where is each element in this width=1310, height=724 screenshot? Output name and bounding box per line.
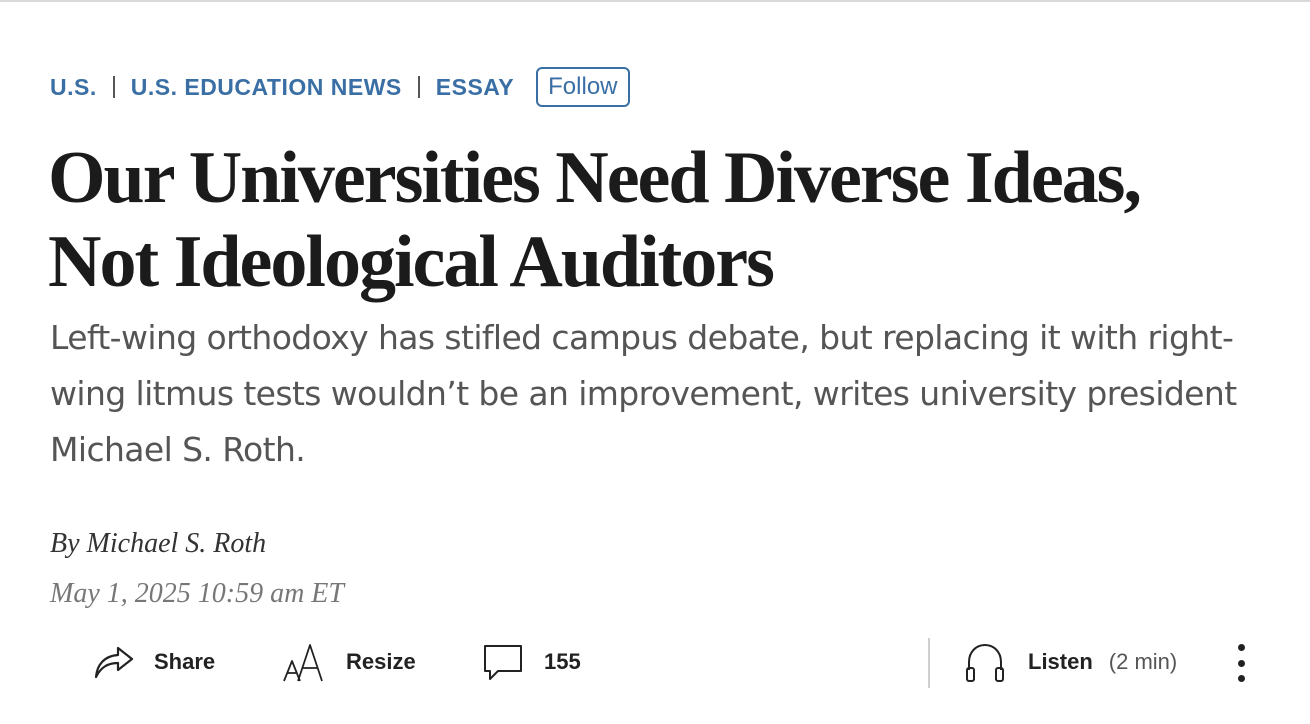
breadcrumb-item-education-news[interactable]: U.S. EDUCATION NEWS <box>131 74 402 101</box>
article-dek: Left-wing orthodoxy has stifled campus d… <box>50 318 1237 469</box>
listen-duration: (2 min) <box>1108 649 1178 674</box>
byline: By Michael S. Roth <box>50 528 266 560</box>
toolbar-divider <box>928 638 930 688</box>
vertical-ellipsis-icon <box>1237 675 1245 682</box>
vertical-ellipsis-icon <box>1237 644 1245 651</box>
breadcrumb-separator <box>417 76 420 98</box>
headline-line-2: Not Ideological Auditors <box>48 221 775 303</box>
breadcrumb-item-us[interactable]: U.S. <box>50 74 97 101</box>
listen-label: Listen <box>1028 649 1093 674</box>
vertical-ellipsis-icon <box>1237 659 1245 667</box>
resize-button[interactable]: Resize <box>282 638 416 686</box>
headphones-icon <box>964 640 1006 684</box>
headline: Our Universities Need Diverse Ideas, Not… <box>48 136 1268 304</box>
speech-bubble-icon <box>482 641 524 683</box>
comment-count: 155 <box>544 649 581 674</box>
listen-button[interactable]: Listen (2 min) <box>964 638 1177 686</box>
publish-timestamp: May 1, 2025 10:59 am ET <box>50 578 344 609</box>
resize-label: Resize <box>346 649 416 674</box>
breadcrumb: U.S. U.S. EDUCATION NEWS ESSAY Follow <box>50 66 630 108</box>
follow-button[interactable]: Follow <box>536 67 630 107</box>
author-link[interactable]: Michael S. Roth <box>87 528 267 559</box>
comments-button[interactable]: 155 <box>482 638 581 686</box>
share-arrow-icon <box>92 642 136 682</box>
more-options-button[interactable] <box>1226 640 1256 686</box>
breadcrumb-separator <box>112 76 115 98</box>
share-label: Share <box>154 649 216 674</box>
share-button[interactable]: Share <box>92 638 215 686</box>
breadcrumb-item-essay[interactable]: ESSAY <box>436 74 514 101</box>
top-divider <box>0 0 1310 2</box>
headline-line-1: Our Universities Need Diverse Ideas, <box>48 137 1142 219</box>
text-resize-icon <box>282 641 326 683</box>
byline-prefix: By <box>50 528 80 559</box>
